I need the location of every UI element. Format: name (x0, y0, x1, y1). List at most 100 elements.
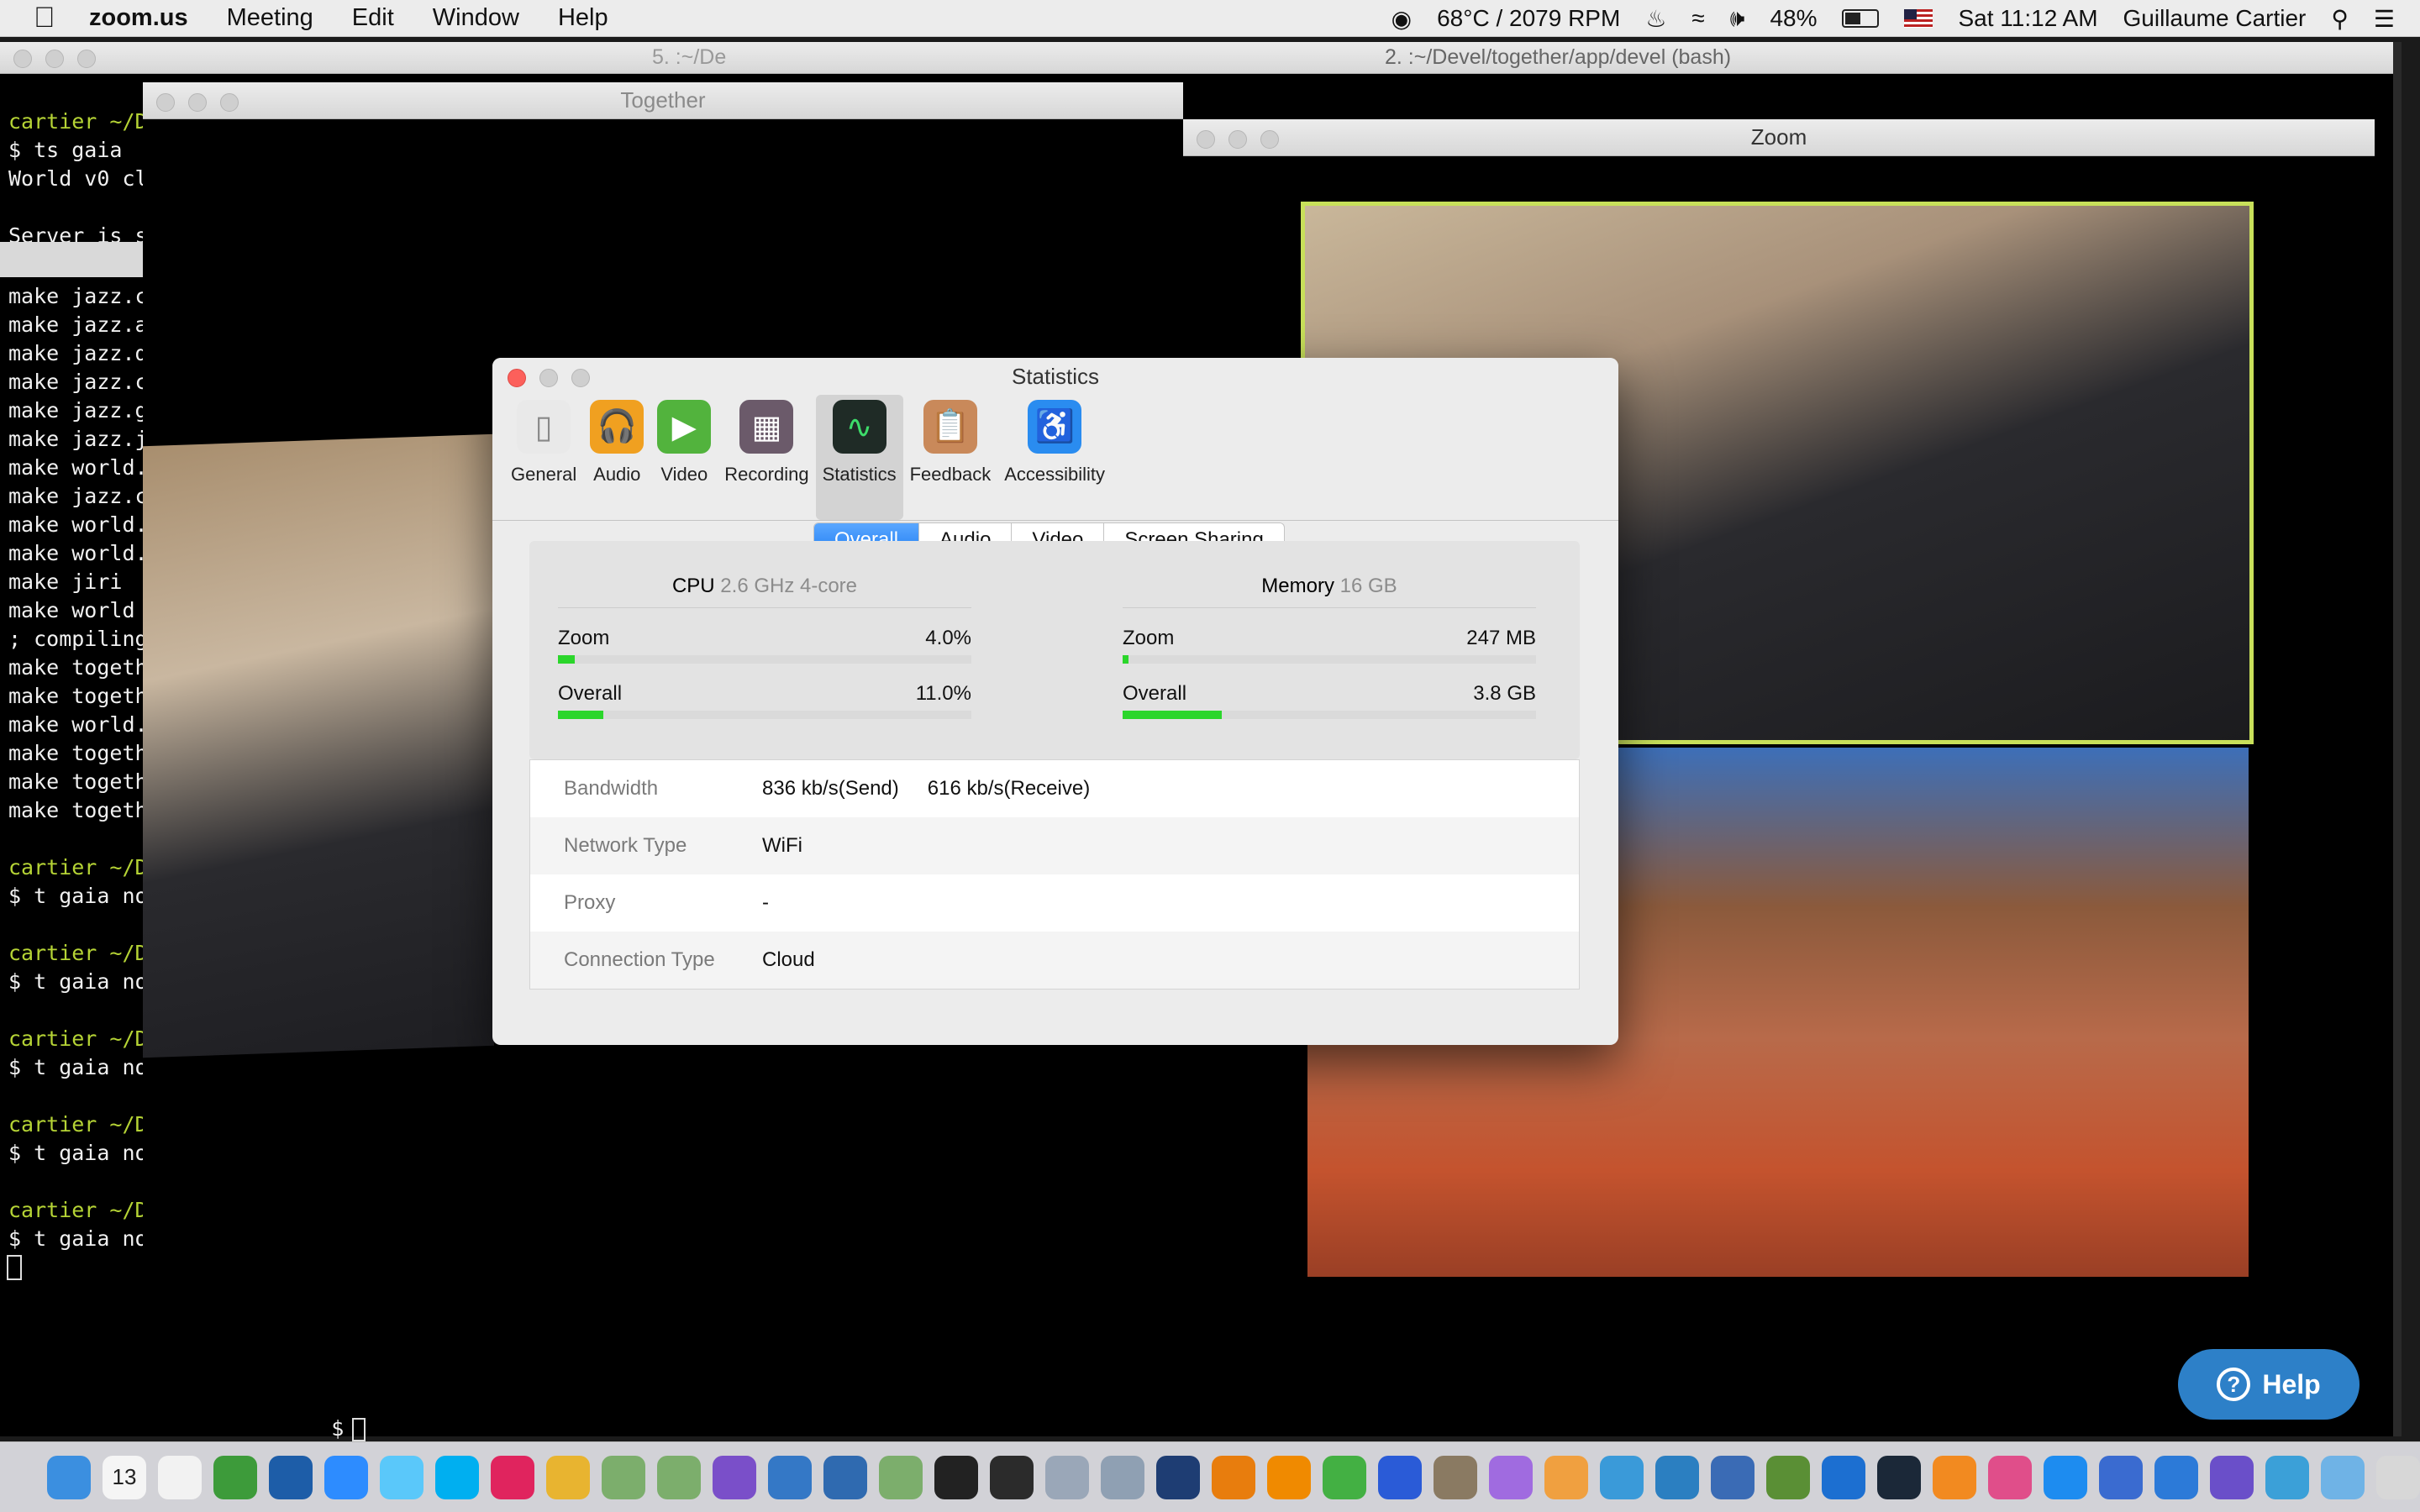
zoom-close-button[interactable] (1197, 130, 1215, 149)
menu-bar:  zoom.us Meeting Edit Window Help ◉ 68°… (0, 0, 2420, 37)
terminal-scrollbar[interactable] (2393, 42, 2402, 1436)
app-blue-2-icon[interactable] (2154, 1455, 2198, 1499)
photos-icon[interactable] (1544, 1455, 1588, 1499)
zoom-titlebar[interactable]: Zoom (1183, 119, 2375, 156)
blender-icon[interactable] (1212, 1455, 1255, 1499)
minimize-button[interactable] (45, 50, 64, 68)
help-label: Help (2262, 1368, 2321, 1399)
info-key: Network Type (564, 834, 687, 857)
together-close-button[interactable] (156, 93, 175, 112)
finder-icon[interactable] (47, 1455, 91, 1499)
steam-icon[interactable] (1877, 1455, 1921, 1499)
xcode-icon[interactable] (1822, 1455, 1865, 1499)
toolbar-accessibility[interactable]: ♿ Accessibility (997, 395, 1112, 520)
dialog-minimize-button[interactable] (539, 369, 558, 387)
toolbar-video[interactable]: ▶ Video (650, 395, 718, 520)
network-icon[interactable] (1600, 1455, 1644, 1499)
audio-app-icon[interactable] (1378, 1455, 1422, 1499)
dialog-zoom-button[interactable] (571, 369, 590, 387)
calendar-icon[interactable]: 13 (103, 1455, 146, 1499)
menu-app-name[interactable]: zoom.us (89, 4, 188, 32)
dialog-close-button[interactable] (508, 369, 526, 387)
terminal-prompt: cartier ~/D (8, 1198, 148, 1222)
spotlight-search-icon[interactable]: ⚲ (2331, 5, 2349, 33)
together-minimize-button[interactable] (188, 93, 207, 112)
gimp-icon[interactable] (1434, 1455, 1477, 1499)
bash-tab-partial[interactable]: 5. :~/De (652, 45, 726, 70)
help-button[interactable]: ? Help (2178, 1349, 2360, 1420)
chrome-icon[interactable] (546, 1455, 590, 1499)
battery-percent[interactable]: 48% (1770, 5, 1817, 32)
remote-desktop-icon[interactable] (2099, 1455, 2143, 1499)
minecraft-icon[interactable] (1766, 1455, 1810, 1499)
menu-help[interactable]: Help (558, 4, 608, 32)
ibooks-icon[interactable] (1933, 1455, 1976, 1499)
zoom-minimize-button[interactable] (1228, 130, 1247, 149)
close-button[interactable] (13, 50, 32, 68)
clock[interactable]: Sat 11:12 AM (1958, 5, 2097, 32)
statistics-titlebar[interactable]: Statistics (492, 358, 1618, 395)
app-green-1-icon[interactable] (602, 1455, 645, 1499)
toolbar-label: Video (660, 464, 708, 485)
together-titlebar[interactable]: Together (143, 82, 1183, 119)
toolbar-general[interactable]: ▯ General (504, 395, 583, 520)
bash-titlebar[interactable]: 5. :~/De 2. :~/Devel/together/app/devel … (0, 42, 2402, 74)
camera-status-icon[interactable]: ◉ (1392, 5, 1412, 33)
dock: 13 (0, 1441, 2420, 1512)
app-blue-icon[interactable] (1489, 1455, 1533, 1499)
globe-1-icon[interactable] (768, 1455, 812, 1499)
toolbar-feedback[interactable]: 📋 Feedback (903, 395, 998, 520)
video-feed-3d-participant[interactable] (143, 433, 494, 1058)
menu-edit[interactable]: Edit (352, 4, 394, 32)
flame-icon[interactable]: ♨ (1645, 5, 1666, 33)
folder-icon[interactable] (2321, 1455, 2365, 1499)
zoom-zoom-button[interactable] (1260, 130, 1279, 149)
terminal-line: make world. (8, 455, 148, 480)
app-bird-icon[interactable] (2265, 1455, 2309, 1499)
vlc-icon[interactable] (1267, 1455, 1311, 1499)
itunes-icon[interactable] (1988, 1455, 2032, 1499)
voice-memos-icon[interactable] (491, 1455, 534, 1499)
user-name[interactable]: Guillaume Cartier (2123, 5, 2307, 32)
app-green-2-icon[interactable] (657, 1455, 701, 1499)
volume-icon[interactable]: 🕪 (1730, 5, 1745, 33)
terminal-prompt-history: cartier ~/D $ t gaia no cartier ~/D $ t ga… (8, 853, 148, 1253)
app-purple-icon[interactable] (713, 1455, 756, 1499)
input-source-flag-icon[interactable] (1904, 9, 1933, 28)
downloader-icon[interactable] (1323, 1455, 1366, 1499)
google-earth-icon[interactable] (1711, 1455, 1754, 1499)
apple-menu-icon[interactable]:  (34, 2, 71, 34)
app-green-3-icon[interactable] (879, 1455, 923, 1499)
toolbar-statistics[interactable]: ∿ Statistics (815, 395, 903, 520)
terminal-icon[interactable] (934, 1455, 978, 1499)
battery-icon[interactable] (1842, 9, 1880, 28)
menu-extras: ◉ 68°C / 2079 RPM ♨ ≈ 🕪 48% Sat 11:12 AM… (1392, 0, 2395, 37)
menu-window[interactable]: Window (433, 4, 519, 32)
toolbar-recording[interactable]: ▦ Recording (718, 395, 815, 520)
toolbar-audio[interactable]: 🎧 Audio (583, 395, 650, 520)
evernote-icon[interactable] (213, 1455, 257, 1499)
app-store-icon[interactable] (2044, 1455, 2087, 1499)
zoom-icon[interactable] (324, 1455, 368, 1499)
info-value: Cloud (762, 948, 815, 971)
skype-icon[interactable] (435, 1455, 479, 1499)
notification-center-icon[interactable]: ☰ (2374, 5, 2395, 33)
app-orb-icon[interactable] (2210, 1455, 2254, 1499)
zoom-button[interactable] (77, 50, 96, 68)
messages-icon[interactable] (380, 1455, 424, 1499)
menu-meeting[interactable]: Meeting (227, 4, 313, 32)
textedit-icon[interactable] (158, 1455, 202, 1499)
preview-icon[interactable] (1045, 1455, 1089, 1499)
together-zoom-button[interactable] (220, 93, 239, 112)
activity-monitor-icon[interactable] (990, 1455, 1034, 1499)
image-capture-icon[interactable] (1101, 1455, 1144, 1499)
terminal-line: make jazz.d (8, 341, 148, 365)
1password-icon[interactable] (269, 1455, 313, 1499)
quicktime-icon[interactable] (1156, 1455, 1200, 1499)
globe-2-icon[interactable] (823, 1455, 867, 1499)
temp-rpm-readout[interactable]: 68°C / 2079 RPM (1437, 5, 1620, 32)
wifi-icon[interactable]: ≈ (1691, 5, 1704, 32)
globe-3-icon[interactable] (1655, 1455, 1699, 1499)
trash-icon[interactable] (2376, 1455, 2420, 1499)
